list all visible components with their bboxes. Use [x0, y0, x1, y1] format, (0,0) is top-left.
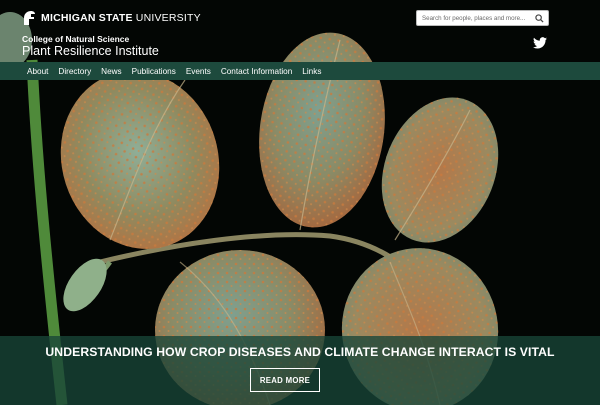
site-header: MICHIGAN STATE UNIVERSITY College of Nat…	[0, 0, 600, 62]
search-box[interactable]	[416, 10, 549, 26]
hero-headline: UNDERSTANDING HOW CROP DISEASES AND CLIM…	[45, 345, 555, 359]
university-name: MICHIGAN STATE UNIVERSITY	[41, 12, 201, 24]
nav-item-events[interactable]: Events	[186, 67, 211, 76]
search-icon[interactable]	[535, 14, 544, 23]
nav-item-links[interactable]: Links	[302, 67, 321, 76]
twitter-icon[interactable]	[533, 37, 547, 49]
university-name-light: UNIVERSITY	[135, 12, 201, 24]
search-input[interactable]	[422, 12, 532, 25]
main-navigation: About Directory News Publications Events…	[0, 62, 600, 80]
nav-item-directory[interactable]: Directory	[58, 67, 91, 76]
nav-item-about[interactable]: About	[27, 67, 48, 76]
read-more-button[interactable]: READ MORE	[250, 368, 320, 392]
spartan-helmet-icon	[24, 11, 35, 25]
university-name-bold: MICHIGAN STATE	[41, 12, 133, 24]
nav-item-contact-information[interactable]: Contact Information	[221, 67, 292, 76]
nav-item-publications[interactable]: Publications	[132, 67, 176, 76]
institute-name[interactable]: Plant Resilience Institute	[22, 44, 159, 58]
college-name[interactable]: College of Natural Science	[22, 34, 129, 44]
msu-logo[interactable]: MICHIGAN STATE UNIVERSITY	[22, 10, 201, 26]
nav-item-news[interactable]: News	[101, 67, 121, 76]
